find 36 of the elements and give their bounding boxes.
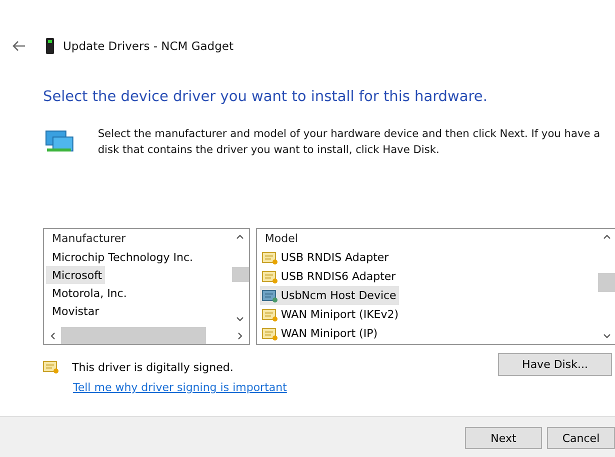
device-icon [46,38,54,54]
list-item[interactable]: USB RNDIS Adapter [260,248,392,267]
scrollbar-thumb[interactable] [61,327,206,344]
up-caret-icon [602,234,610,239]
window-title: Update Drivers - NCM Gadget [63,39,234,53]
list-item[interactable]: Microchip Technology Inc. [46,248,196,266]
list-item[interactable]: Motorola, Inc. [46,284,130,302]
have-disk-button[interactable]: Have Disk... [498,353,612,376]
scrollbar-thumb[interactable] [232,267,249,282]
column-header: Model [264,231,299,247]
right-caret-icon [238,332,243,340]
certificate-icon [262,270,278,284]
instruction-text: Select the manufacturer and model of your hardware device and then click Next. If you have a disk that contains the driver you want to install, click Have Disk. [98,127,602,158]
driver-signing-link[interactable]: Tell me why driver signing is important [73,381,287,394]
next-button[interactable]: Next [465,427,542,449]
certificate-icon [262,250,278,264]
certificate-icon [262,326,278,340]
list-item[interactable]: WAN Miniport (IP) [260,324,381,343]
list-item[interactable]: Microsoft [46,266,106,284]
down-caret-icon [236,317,244,322]
list-item[interactable]: USB RNDIS6 Adapter [260,267,399,286]
cancel-button[interactable]: Cancel [547,427,615,449]
list-item[interactable]: Movistar [46,302,102,320]
list-item[interactable]: WAN Miniport (IKEv2) [260,305,402,324]
page-heading: Select the device driver you want to install for this hardware. [43,89,488,105]
down-caret-icon [602,334,610,339]
back-arrow-icon[interactable] [12,40,26,52]
left-caret-icon [50,332,55,340]
certificate-icon [43,360,59,374]
scrollbar-thumb[interactable] [598,272,615,292]
certificate-icon [262,288,278,302]
signature-status-text: This driver is digitally signed. [72,360,234,374]
certificate-icon [262,308,278,322]
up-caret-icon [236,234,244,239]
list-item[interactable]: UsbNcm Host Device [260,286,400,305]
column-header: Manufacturer [51,231,127,247]
